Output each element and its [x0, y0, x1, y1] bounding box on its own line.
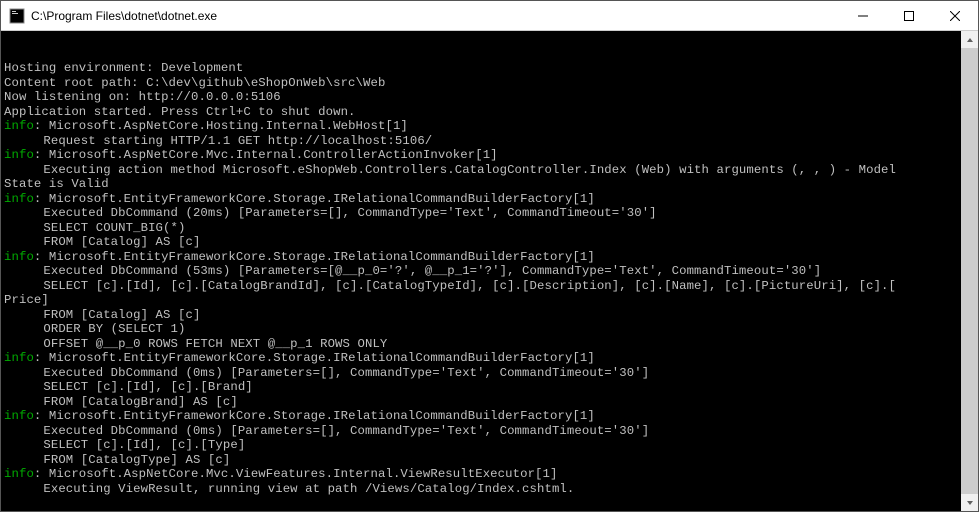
console-line: FROM [CatalogType] AS [c]: [4, 453, 978, 468]
scroll-up-button[interactable]: [961, 31, 978, 48]
log-text: SELECT [c].[Id], [c].[Brand]: [43, 380, 252, 394]
log-text: Hosting environment: Development: [4, 61, 243, 75]
console-line: SELECT [c].[Id], [c].[CatalogBrandId], […: [4, 279, 978, 294]
console-line: info: Microsoft.EntityFrameworkCore.Stor…: [4, 409, 978, 424]
console-line: Executed DbCommand (0ms) [Parameters=[],…: [4, 424, 978, 439]
log-separator: :: [34, 119, 49, 133]
log-text: State is Valid: [4, 177, 109, 191]
log-text: FROM [Catalog] AS [c]: [43, 235, 200, 249]
console-line: FROM [Catalog] AS [c]: [4, 235, 978, 250]
console-line: info: Microsoft.AspNetCore.Mvc.Internal.…: [4, 148, 978, 163]
console-line: Executing ViewResult, running view at pa…: [4, 482, 978, 497]
log-text: Executed DbCommand (20ms) [Parameters=[]…: [43, 206, 656, 220]
console-line: info: Microsoft.AspNetCore.Mvc.ViewFeatu…: [4, 467, 978, 482]
console-line: Content root path: C:\dev\github\eShopOn…: [4, 76, 978, 91]
console-line: info: Microsoft.AspNetCore.Hosting.Inter…: [4, 119, 978, 134]
vertical-scrollbar[interactable]: [961, 31, 978, 511]
log-text: Microsoft.EntityFrameworkCore.Storage.IR…: [49, 250, 595, 264]
console-line: Executing action method Microsoft.eShopW…: [4, 163, 978, 178]
console-line: FROM [CatalogBrand] AS [c]: [4, 395, 978, 410]
log-text: Microsoft.AspNetCore.Mvc.Internal.Contro…: [49, 148, 498, 162]
log-level-info: info: [4, 192, 34, 206]
minimize-button[interactable]: [840, 1, 886, 30]
log-level-info: info: [4, 119, 34, 133]
close-button[interactable]: [932, 1, 978, 30]
console-line: info: Microsoft.EntityFrameworkCore.Stor…: [4, 250, 978, 265]
log-text: Microsoft.EntityFrameworkCore.Storage.IR…: [49, 192, 595, 206]
console-line: Executed DbCommand (20ms) [Parameters=[]…: [4, 206, 978, 221]
log-separator: :: [34, 351, 49, 365]
log-text: FROM [CatalogBrand] AS [c]: [43, 395, 237, 409]
log-text: OFFSET @__p_0 ROWS FETCH NEXT @__p_1 ROW…: [43, 337, 387, 351]
log-text: Application started. Press Ctrl+C to shu…: [4, 105, 356, 119]
log-text: Executing ViewResult, running view at pa…: [43, 482, 574, 496]
log-text: Request starting HTTP/1.1 GET http://loc…: [43, 134, 432, 148]
log-level-info: info: [4, 351, 34, 365]
log-level-info: info: [4, 148, 34, 162]
console-line: Hosting environment: Development: [4, 61, 978, 76]
scroll-down-button[interactable]: [961, 494, 978, 511]
log-text: ORDER BY (SELECT 1): [43, 322, 185, 336]
scroll-track[interactable]: [961, 48, 978, 494]
window-title: C:\Program Files\dotnet\dotnet.exe: [31, 9, 840, 23]
log-text: Microsoft.EntityFrameworkCore.Storage.IR…: [49, 409, 595, 423]
window-controls: [840, 1, 978, 30]
console-line: info: Microsoft.EntityFrameworkCore.Stor…: [4, 192, 978, 207]
log-text: SELECT [c].[Id], [c].[Type]: [43, 438, 245, 452]
console-output: Hosting environment: DevelopmentContent …: [1, 60, 978, 496]
log-separator: :: [34, 148, 49, 162]
console-line: FROM [Catalog] AS [c]: [4, 308, 978, 323]
log-text: Executed DbCommand (0ms) [Parameters=[],…: [43, 366, 649, 380]
log-text: Executed DbCommand (0ms) [Parameters=[],…: [43, 424, 649, 438]
console-line: Executed DbCommand (53ms) [Parameters=[@…: [4, 264, 978, 279]
log-level-info: info: [4, 467, 34, 481]
log-text: FROM [CatalogType] AS [c]: [43, 453, 230, 467]
console-line: ORDER BY (SELECT 1): [4, 322, 978, 337]
console-line: Application started. Press Ctrl+C to shu…: [4, 105, 978, 120]
maximize-button[interactable]: [886, 1, 932, 30]
console-line: Now listening on: http://0.0.0.0:5106: [4, 90, 978, 105]
titlebar: C:\Program Files\dotnet\dotnet.exe: [1, 1, 978, 31]
log-text: Microsoft.AspNetCore.Mvc.ViewFeatures.In…: [49, 467, 558, 481]
log-separator: :: [34, 192, 49, 206]
console-line: Request starting HTTP/1.1 GET http://loc…: [4, 134, 978, 149]
log-level-info: info: [4, 250, 34, 264]
log-separator: :: [34, 250, 49, 264]
console-line: State is Valid: [4, 177, 978, 192]
console-line: info: Microsoft.EntityFrameworkCore.Stor…: [4, 351, 978, 366]
console-area[interactable]: Hosting environment: DevelopmentContent …: [1, 31, 978, 511]
log-text: Executing action method Microsoft.eShopW…: [43, 163, 896, 177]
log-separator: :: [34, 467, 49, 481]
app-icon: [9, 8, 25, 24]
log-text: Microsoft.EntityFrameworkCore.Storage.IR…: [49, 351, 595, 365]
log-level-info: info: [4, 409, 34, 423]
console-line: OFFSET @__p_0 ROWS FETCH NEXT @__p_1 ROW…: [4, 337, 978, 352]
console-line: SELECT [c].[Id], [c].[Type]: [4, 438, 978, 453]
log-text: Content root path: C:\dev\github\eShopOn…: [4, 76, 385, 90]
log-text: Price]: [4, 293, 49, 307]
console-line: Price]: [4, 293, 978, 308]
log-text: FROM [Catalog] AS [c]: [43, 308, 200, 322]
console-line: SELECT COUNT_BIG(*): [4, 221, 978, 236]
log-text: Now listening on: http://0.0.0.0:5106: [4, 90, 281, 104]
log-text: SELECT COUNT_BIG(*): [43, 221, 185, 235]
log-text: SELECT [c].[Id], [c].[CatalogBrandId], […: [43, 279, 896, 293]
console-line: SELECT [c].[Id], [c].[Brand]: [4, 380, 978, 395]
log-separator: :: [34, 409, 49, 423]
log-text: Microsoft.AspNetCore.Hosting.Internal.We…: [49, 119, 408, 133]
console-line: Executed DbCommand (0ms) [Parameters=[],…: [4, 366, 978, 381]
log-text: Executed DbCommand (53ms) [Parameters=[@…: [43, 264, 821, 278]
scroll-thumb[interactable]: [961, 48, 978, 494]
